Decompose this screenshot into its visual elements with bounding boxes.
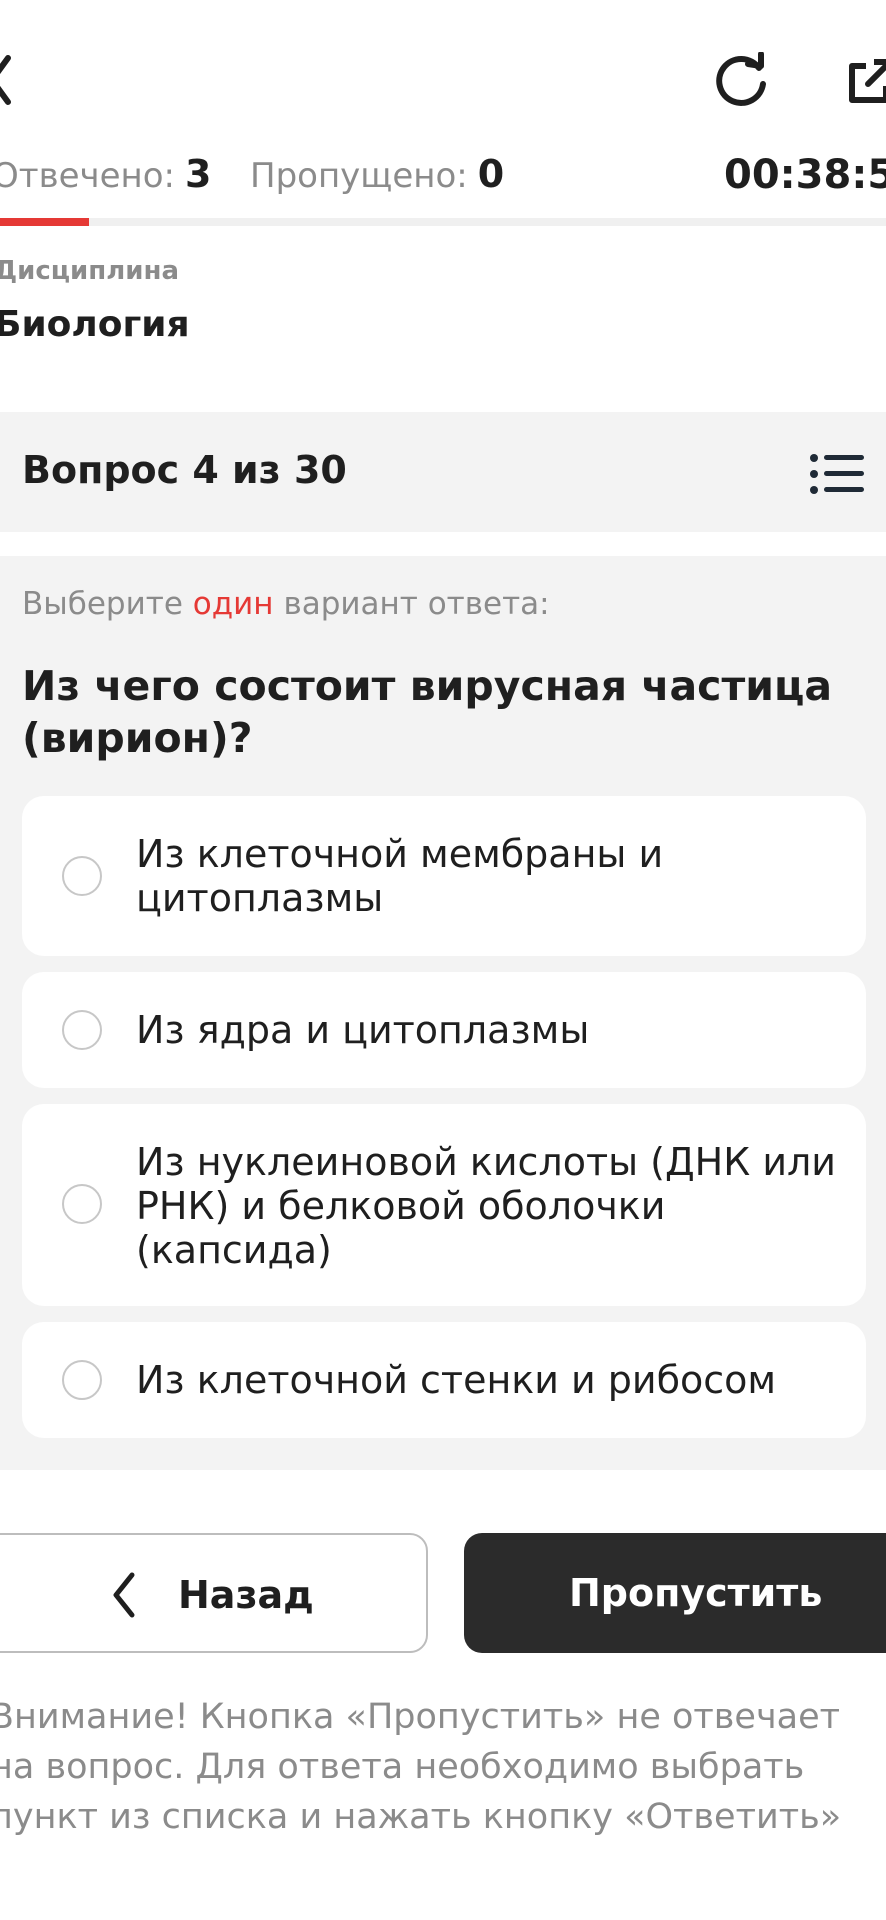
radio-button[interactable] [62, 1184, 102, 1224]
refresh-icon[interactable] [712, 52, 770, 110]
hint-text-after: вариант ответа: [283, 586, 550, 622]
progress-bar [0, 218, 886, 226]
progress-stats: Отвечено:3 Пропущено:0 00:38:54 [0, 152, 886, 212]
radio-button[interactable] [62, 1360, 102, 1400]
radio-button[interactable] [62, 856, 102, 896]
top-bar [0, 0, 886, 150]
answer-option[interactable]: Из клеточной стенки и рибосом [22, 1322, 866, 1438]
answer-option[interactable]: Из клеточной мембраны и цитоплазмы [22, 796, 866, 956]
warning-text: Внимание! Кнопка «Пропустить» не отвечае… [0, 1697, 842, 1837]
answered-value: 3 [185, 152, 212, 196]
answer-option-label: Из нуклеиновой кислоты (ДНК или РНК) и б… [136, 1140, 836, 1272]
skipped-label: Пропущено: [250, 156, 468, 196]
chevron-left-icon[interactable] [0, 52, 14, 108]
radio-button[interactable] [62, 1010, 102, 1050]
discipline-label: Дисциплина [0, 256, 180, 286]
answer-option-label: Из клеточной мембраны и цитоплазмы [136, 832, 664, 920]
question-navigator: Вопрос 4 из 30 [0, 412, 886, 532]
question-counter: Вопрос 4 из 30 [22, 448, 347, 492]
skip-button-label: Пропустить [569, 1571, 823, 1615]
list-icon[interactable] [810, 452, 864, 496]
answer-option[interactable]: Из нуклеиновой кислоты (ДНК или РНК) и б… [22, 1104, 866, 1306]
timer: 00:38:54 [724, 152, 886, 198]
answer-option-label: Из клеточной стенки и рибосом [136, 1358, 777, 1402]
answered-label: Отвечено: [0, 156, 176, 196]
answer-option[interactable]: Из ядра и цитоплазмы [22, 972, 866, 1088]
question-panel: Выберите один вариант ответа: Из чего со… [0, 556, 886, 1470]
external-link-icon[interactable] [846, 56, 886, 106]
answer-hint: Выберите один вариант ответа: [22, 586, 550, 622]
answer-option-label: Из ядра и цитоплазмы [136, 1008, 590, 1052]
skipped-value: 0 [477, 152, 505, 196]
skip-button[interactable]: Пропустить [464, 1533, 886, 1653]
question-text: Из чего состоит вирусная частица (вирион… [22, 662, 833, 762]
chevron-left-icon [113, 1572, 135, 1618]
skipped-counter: Пропущено: 0 [250, 152, 504, 196]
hint-accent: один [192, 586, 274, 622]
progress-fill [0, 218, 89, 226]
answered-counter: Отвечено: 3 [0, 152, 211, 196]
discipline-value: Биология [0, 304, 190, 345]
hint-text-before: Выберите [22, 586, 183, 622]
back-button-label: Назад [178, 1573, 314, 1617]
back-button[interactable]: Назад [0, 1533, 428, 1653]
